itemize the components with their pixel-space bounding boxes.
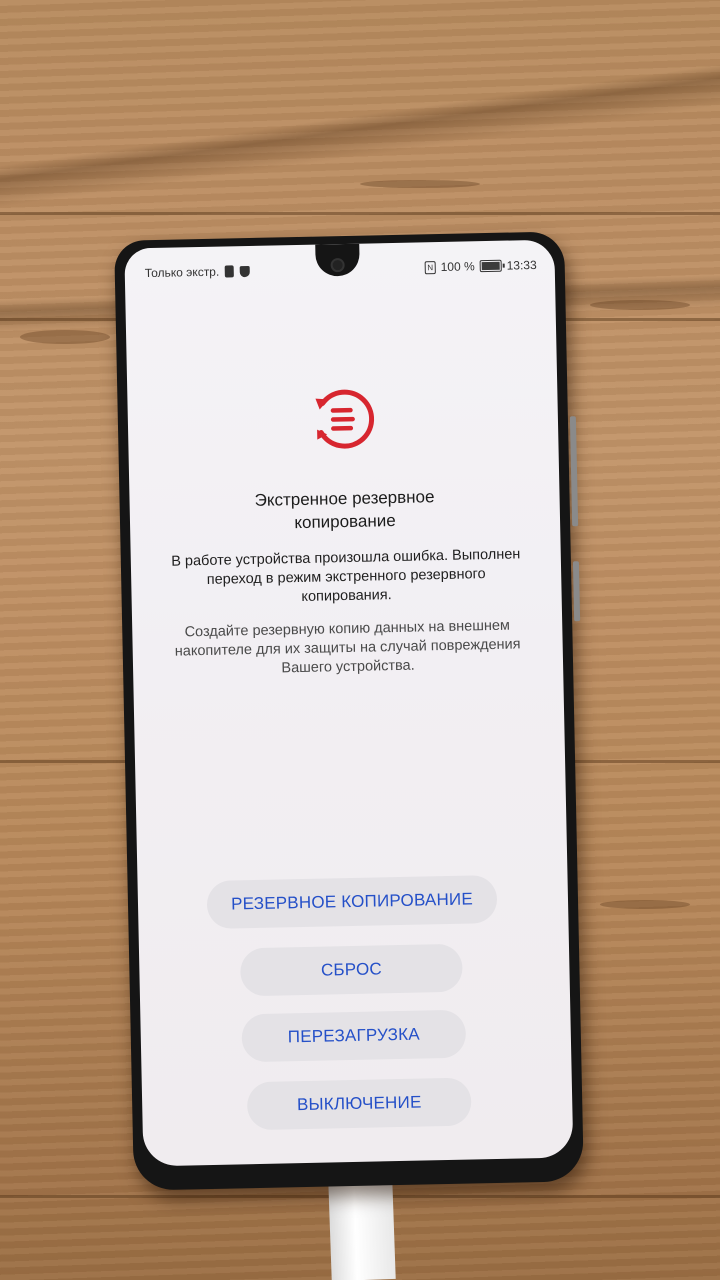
battery-percent: 100 % <box>440 259 475 274</box>
nfc-icon: N <box>424 260 436 274</box>
wood-knot <box>600 900 690 909</box>
error-message: В работе устройства произошла ошибка. Вы… <box>171 546 521 605</box>
backup-hint: Создайте резервную копию данных на внешн… <box>174 617 521 677</box>
wood-knot <box>590 300 690 310</box>
power-button <box>572 561 581 622</box>
status-bar: Только экстр. N 100 % 13:33 <box>145 258 537 286</box>
power-off-button[interactable]: ВЫКЛЮЧЕНИЕ <box>246 1077 472 1131</box>
emergency-backup-content: Экстренное резервное копирование В работ… <box>127 380 563 682</box>
wood-knot <box>20 330 110 344</box>
carrier-text: Только экстр. <box>144 264 220 281</box>
plank-seam <box>0 212 720 215</box>
reboot-button[interactable]: ПЕРЕЗАГРУЗКА <box>241 1009 467 1063</box>
emergency-backup-logo-icon <box>315 389 375 449</box>
status-right: N 100 % 13:33 <box>424 257 537 274</box>
volume-button <box>569 416 579 527</box>
status-left: Только экстр. <box>145 264 251 280</box>
battery-icon <box>479 259 502 273</box>
backup-button[interactable]: РЕЗЕРВНОЕ КОПИРОВАНИЕ <box>206 874 498 930</box>
usb-cable <box>328 1178 396 1280</box>
wood-knot <box>360 180 480 188</box>
phone: Только экстр. N 100 % 13:33 Экстренное р… <box>114 231 584 1191</box>
clock: 13:33 <box>506 257 537 273</box>
reset-button[interactable]: СБРОС <box>239 943 463 997</box>
lock-icon <box>225 265 235 278</box>
page-title: Экстренное резервное копирование <box>254 487 435 533</box>
phone-screen: Только экстр. N 100 % 13:33 Экстренное р… <box>124 239 574 1167</box>
shield-icon <box>240 265 251 277</box>
